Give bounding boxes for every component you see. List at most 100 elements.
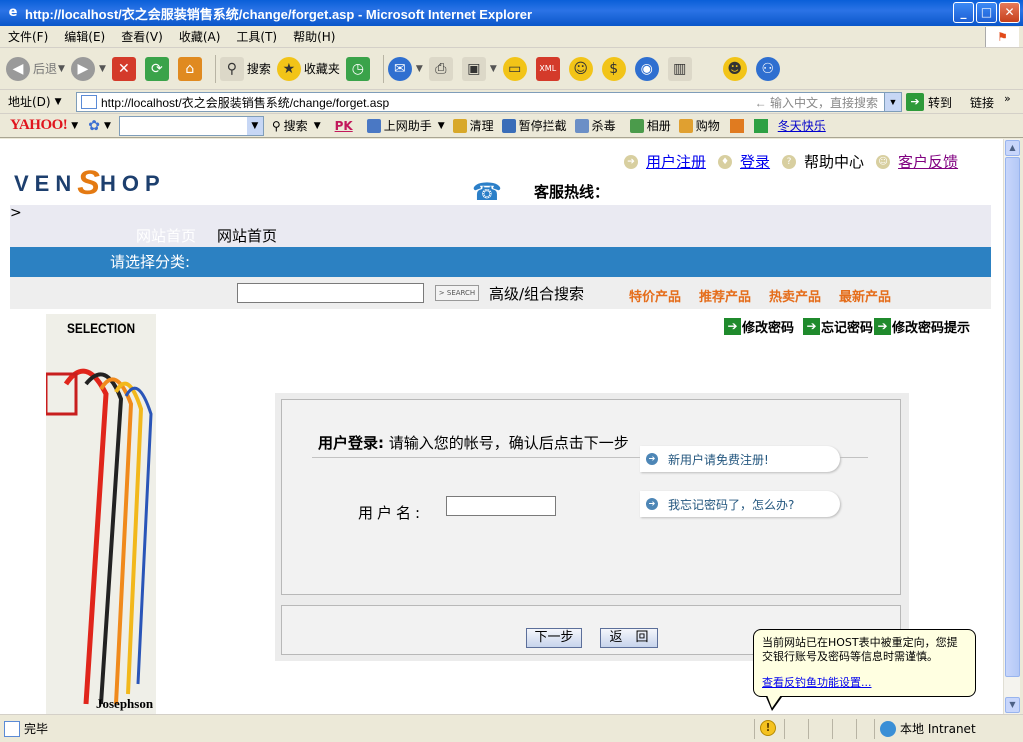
yahoo-logo[interactable]: YAHOO! <box>10 117 68 134</box>
back-button[interactable]: ◀ 后退 ▼ <box>6 56 65 81</box>
popup-block-button[interactable]: 暂停拦截 <box>501 117 567 134</box>
site-search-button[interactable]: > SEARCH <box>435 285 479 301</box>
menu-tools[interactable]: 工具(T) <box>228 28 285 45</box>
scroll-up-icon[interactable]: ▲ <box>1005 140 1020 156</box>
address-input[interactable]: http://localhost/衣之会服装销售系统/change/forget… <box>76 92 902 112</box>
note-button[interactable]: ▭ <box>502 56 530 81</box>
ie-tool-button[interactable]: ◉ <box>634 56 662 81</box>
category-special[interactable]: 特价产品 <box>629 286 681 305</box>
green-arrow-icon: ➔ <box>724 318 741 335</box>
menu-file[interactable]: 文件(F) <box>0 28 56 45</box>
menu-favorites[interactable]: 收藏(A) <box>171 28 229 45</box>
address-url[interactable]: http://localhost/衣之会服装销售系统/change/forget… <box>101 94 755 111</box>
scroll-down-icon[interactable]: ▼ <box>1005 697 1020 713</box>
web-assistant-button[interactable]: 上网助手 ▼ <box>366 117 445 134</box>
forgot-password-link[interactable]: ➔ 忘记密码 <box>803 317 873 336</box>
clean-button[interactable]: 清理 <box>452 117 494 134</box>
rss-icon[interactable] <box>729 118 744 133</box>
yahoo-search-button[interactable]: ⚲ 搜索 ▼ <box>272 117 321 134</box>
register-free-link[interactable]: ➔ 新用户请免费注册! <box>640 446 840 472</box>
forgot-help-link[interactable]: ➔ 我忘记密码了，怎么办? <box>640 491 840 517</box>
password-hint-link[interactable]: ➔ 修改密码提示 <box>874 317 970 336</box>
category-hot[interactable]: 热卖产品 <box>769 286 821 305</box>
title-bar: e http://localhost/衣之会服装销售系统/change/forg… <box>0 0 1023 26</box>
advanced-search-link[interactable]: 高级/组合搜索 <box>489 283 584 304</box>
close-button[interactable]: ✕ <box>999 2 1020 23</box>
pk-button[interactable]: PK <box>335 119 353 133</box>
mail-button[interactable]: ✉ ▼ <box>387 56 423 81</box>
winter-link[interactable]: 冬天快乐 <box>778 117 826 134</box>
assistant-dropdown-icon[interactable]: ▼ <box>438 121 445 131</box>
search-dropdown-icon[interactable]: ▼ <box>314 121 321 131</box>
minimize-button[interactable]: _ <box>953 2 974 23</box>
anti-phishing-settings-link[interactable]: 查看反钓鱼功能设置... <box>762 676 967 690</box>
flower-icon[interactable]: ✿ <box>88 118 100 134</box>
warning-icon[interactable]: ! <box>760 720 776 736</box>
shopping-button[interactable]: 购物 <box>678 117 720 134</box>
feedback-link[interactable]: 客户反馈 <box>898 151 958 172</box>
flower-dropdown-icon[interactable]: ▼ <box>104 121 111 131</box>
money-button[interactable]: $ <box>601 56 629 81</box>
status-divider <box>874 719 875 739</box>
links-button[interactable]: 链接 <box>970 94 994 111</box>
yahoo-search-dropdown-icon[interactable]: ▼ <box>246 116 263 135</box>
refresh-button[interactable]: ⟳ <box>144 56 172 81</box>
breadcrumb-home[interactable]: 网站首页 <box>217 225 277 246</box>
favorites-button[interactable]: ★ 收藏夹 <box>276 56 340 81</box>
yahoo-dropdown-icon[interactable]: ▼ <box>71 121 78 131</box>
category-recommended[interactable]: 推荐产品 <box>699 286 751 305</box>
back-dropdown-icon[interactable]: ▼ <box>58 64 65 74</box>
next-step-button[interactable]: 下一步 <box>526 628 582 648</box>
category-new[interactable]: 最新产品 <box>839 286 891 305</box>
site-logo[interactable]: VENSHOP <box>14 161 166 202</box>
qq-button[interactable]: ☻ <box>722 56 750 81</box>
album-button[interactable]: 相册 <box>629 117 671 134</box>
vertical-scrollbar[interactable]: ▲ ▼ <box>1003 139 1020 714</box>
site-search-input[interactable] <box>237 283 424 303</box>
login-link[interactable]: 登录 <box>740 151 770 172</box>
antivirus-button[interactable]: 杀毒 <box>574 117 616 134</box>
status-divider <box>856 719 857 739</box>
menu-view[interactable]: 查看(V) <box>113 28 171 45</box>
maximize-button[interactable]: □ <box>976 2 997 23</box>
msn-button[interactable]: ⚇ <box>755 56 783 81</box>
history-button[interactable]: ◷ <box>345 56 373 81</box>
go-button[interactable]: ➔ 转到 <box>906 93 952 111</box>
username-input[interactable] <box>446 496 556 516</box>
mail-dropdown-icon[interactable]: ▼ <box>416 64 423 74</box>
xml-button[interactable]: XML <box>535 56 563 81</box>
print-button[interactable]: ⎙ <box>428 56 456 81</box>
yahoo-search-input[interactable]: ▼ <box>118 115 264 136</box>
chevron-right-icon: > <box>10 205 22 221</box>
research-button[interactable]: ▥ <box>667 56 695 81</box>
messenger-button[interactable]: ☺ <box>568 56 596 81</box>
side-banner[interactable]: SELECTION Josephson <box>46 314 156 714</box>
menu-help[interactable]: 帮助(H) <box>285 28 343 45</box>
home-button[interactable]: ⌂ <box>177 56 205 81</box>
forward-button[interactable]: ▶ ▼ <box>70 56 106 81</box>
address-label-dropdown-icon[interactable]: ▼ <box>55 97 62 107</box>
forward-dropdown-icon[interactable]: ▼ <box>99 64 106 74</box>
address-dropdown-icon[interactable]: ▼ <box>884 93 901 111</box>
breadcrumb-home-highlight[interactable]: 网站首页 <box>136 225 196 246</box>
security-zone[interactable]: 本地 Intranet <box>880 720 976 737</box>
links-chevron-icon[interactable]: » <box>1004 92 1011 105</box>
change-password-label: 修改密码 <box>742 321 795 336</box>
help-center-link[interactable]: 帮助中心 <box>804 151 864 172</box>
smiley-icon: ☻ <box>722 56 747 81</box>
clean-label: 清理 <box>469 119 494 133</box>
edit-button[interactable]: ▣ ▼ <box>461 56 497 81</box>
menu-edit[interactable]: 编辑(E) <box>56 28 113 45</box>
password-hint-label: 修改密码提示 <box>892 321 971 336</box>
green-toggle-icon[interactable] <box>753 118 768 133</box>
change-password-link[interactable]: ➔ 修改密码 <box>724 317 794 336</box>
search-button[interactable]: ⚲ 搜索 <box>219 56 271 81</box>
back-page-button[interactable]: 返 回 <box>600 628 658 648</box>
shopping-bag-icon <box>678 118 693 133</box>
register-free-label: 新用户请免费注册! <box>668 452 769 467</box>
edit-dropdown-icon[interactable]: ▼ <box>490 64 497 74</box>
window-title: http://localhost/衣之会服装销售系统/change/forget… <box>25 6 533 22</box>
scroll-thumb[interactable] <box>1005 157 1020 677</box>
register-link[interactable]: 用户注册 <box>646 151 706 172</box>
stop-button[interactable]: ✕ <box>111 56 139 81</box>
